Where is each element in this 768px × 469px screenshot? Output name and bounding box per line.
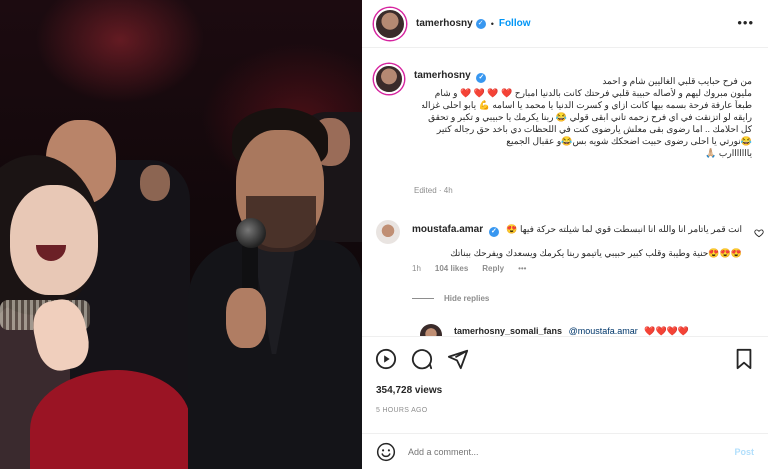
post-header: tamerhosny ✓ • Follow •••: [362, 0, 768, 48]
author-username[interactable]: tamerhosny: [416, 18, 473, 29]
reply-mention-link[interactable]: @moustafa.amar: [569, 326, 638, 336]
reply-text: tamerhosny_somali_fans @moustafa.amar ❤️…: [454, 326, 689, 336]
heart-outline-icon[interactable]: [754, 228, 764, 240]
view-count[interactable]: 354,728 views: [376, 385, 442, 396]
comment-text-line: انت قمر ياتامر انا والله انا انبسطت قوي …: [506, 224, 742, 234]
video-frame: [0, 0, 362, 469]
paper-plane-icon[interactable]: [446, 347, 470, 371]
caption-username-row: tamerhosny ✓: [414, 70, 487, 83]
caption-line: كل احلامك .. اما رضوى بقى معلش يارضوى كن…: [436, 124, 752, 134]
comment-input[interactable]: [408, 447, 735, 457]
comment-composer: Post: [362, 433, 768, 469]
commenter-avatar[interactable]: [376, 220, 400, 244]
instagram-post: tamerhosny ✓ • Follow ••• tamerhosny ✓ م…: [0, 0, 768, 469]
caption-avatar[interactable]: [374, 64, 404, 94]
edited-timestamp: Edited · 4h: [414, 186, 453, 195]
check-badge-icon: ✓: [475, 18, 486, 29]
reply-item: tamerhosny_somali_fans @moustafa.amar ❤️…: [420, 322, 760, 336]
check-badge-icon: ✓: [488, 227, 499, 237]
guest-head-shape-2: [140, 165, 170, 201]
microphone-head: [236, 218, 266, 248]
caption-line: رايقه لو اتزنقت في اي فرح زحمه تاني ابقى…: [428, 112, 752, 122]
bookmark-icon[interactable]: [732, 347, 756, 371]
post-timestamp: 5 HOURS AGO: [376, 407, 428, 414]
reply-username[interactable]: tamerhosny_somali_fans: [454, 326, 562, 336]
reply-avatar[interactable]: [420, 324, 442, 336]
replies-divider: [412, 298, 434, 299]
check-badge-icon: ✓: [476, 73, 487, 83]
commenter-username[interactable]: moustafa.amar: [412, 224, 483, 235]
post-comment-button[interactable]: Post: [734, 447, 754, 457]
post-sidebar: tamerhosny ✓ • Follow ••• tamerhosny ✓ م…: [362, 0, 768, 469]
caption-line: 😂نورتي يا احلى رضوى حبيت اضحكك شويه بس😂و…: [506, 136, 752, 146]
woman-face-shape: [10, 185, 98, 295]
video-player[interactable]: [0, 0, 362, 469]
comment-more-icon[interactable]: •••: [518, 264, 526, 273]
comment-bubble-icon[interactable]: [410, 347, 434, 371]
caption-line: طبعاً عارفة فرحة بسمه بيها كانت ازاي و ك…: [422, 100, 752, 110]
action-section: 354,728 views 5 HOURS AGO Post: [362, 336, 768, 469]
hide-replies-button[interactable]: Hide replies: [412, 294, 489, 303]
caption-username[interactable]: tamerhosny: [414, 70, 471, 81]
author-avatar[interactable]: [374, 7, 406, 40]
caption-line: من فرح حبايب قلبي الغاليين شام و احمد: [602, 76, 752, 86]
reply-hearts: ❤️❤️❤️❤️: [644, 326, 690, 336]
action-bar: [374, 347, 470, 371]
hide-replies-label: Hide replies: [444, 294, 490, 303]
reply-button[interactable]: Reply: [482, 264, 504, 273]
singer-hand-shape: [226, 288, 266, 348]
comment-meta: 1h 104 likes Reply •••: [412, 264, 526, 273]
caption-line: مليون مبروك ليهم و لأصاله حبيبة قلبي فرح…: [434, 88, 752, 98]
play-icon[interactable]: [374, 347, 398, 371]
comment-text-line: 😍😍😍حنية وطيبة وقلب كبير حبيبي ياتيمو ربن…: [450, 248, 742, 258]
caption-line: يااااااارب 🙏🏼: [705, 148, 752, 158]
more-options-icon[interactable]: •••: [737, 15, 754, 30]
comment-time: 1h: [412, 264, 421, 273]
follow-button[interactable]: Follow: [499, 18, 531, 29]
separator-dot: •: [490, 18, 494, 29]
comment-likes[interactable]: 104 likes: [435, 264, 468, 273]
smiley-icon[interactable]: [374, 440, 398, 464]
commenter-username-row: moustafa.amar ✓: [412, 224, 499, 237]
